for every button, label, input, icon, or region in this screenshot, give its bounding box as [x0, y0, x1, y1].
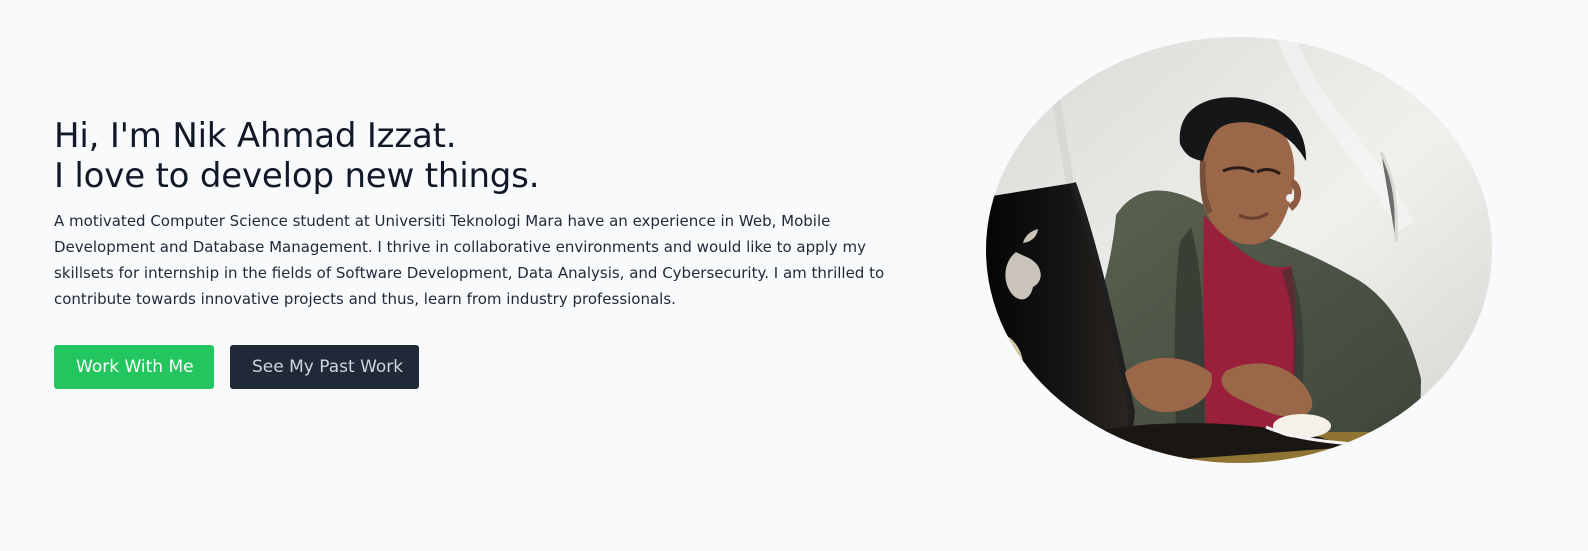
hero-section: Hi, I'm Nik Ahmad Izzat. I love to devel… [0, 0, 1588, 551]
hero-title: Hi, I'm Nik Ahmad Izzat. I love to devel… [54, 116, 894, 196]
profile-photo [986, 37, 1492, 463]
hero-actions: Work With Me See My Past Work [54, 345, 894, 389]
hero-title-line-1: Hi, I'm Nik Ahmad Izzat. [54, 116, 457, 156]
see-past-work-button[interactable]: See My Past Work [230, 345, 419, 389]
hero-intro: A motivated Computer Science student at … [54, 212, 885, 308]
hero-text: Hi, I'm Nik Ahmad Izzat. I love to devel… [54, 116, 894, 389]
work-with-me-button[interactable]: Work With Me [54, 345, 214, 389]
profile-photo-illustration [986, 37, 1492, 463]
hero-title-line-2: I love to develop new things. [54, 156, 540, 196]
